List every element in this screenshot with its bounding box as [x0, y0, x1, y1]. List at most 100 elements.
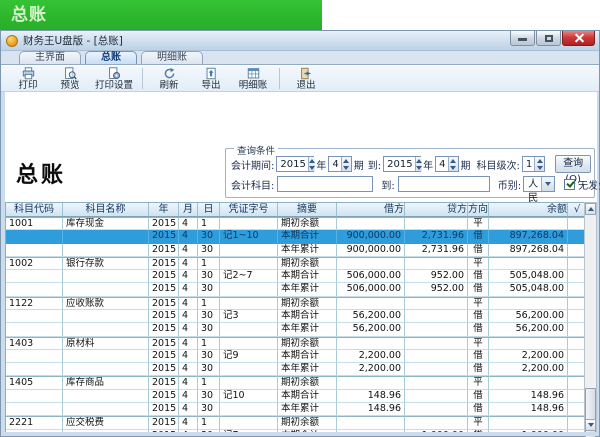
table-row[interactable]: 2015 4 30 记2~7 本期合计 506,000.00 952.00 借 505,048.…	[6, 270, 586, 284]
spinner-arrows-icon[interactable]	[534, 157, 545, 171]
spinner-arrows-icon[interactable]	[447, 157, 458, 171]
column-header[interactable]: 贷方	[405, 203, 468, 216]
column-header[interactable]: 借方	[337, 203, 405, 216]
ledger-title: 总账	[16, 163, 67, 188]
toolbar: 打印 预览 打印设置 刷新 导出 明细账 退出	[1, 66, 599, 92]
period-unit-label: 期	[353, 160, 364, 172]
scroll-up-button[interactable]	[585, 203, 596, 215]
exit-button[interactable]: 退出	[285, 66, 327, 91]
table-row[interactable]: 1405 库存商品 2015 4 1 期初余额平	[6, 376, 586, 390]
to-year-spinner[interactable]: 2015	[383, 156, 422, 172]
preview-icon	[64, 67, 77, 80]
page-banner-title: 总账	[11, 5, 47, 25]
to-label: 到:	[367, 160, 382, 172]
export-button[interactable]: 导出	[190, 66, 232, 91]
titlebar: 财务王U盘版 - [总账]	[1, 31, 599, 51]
level-spinner[interactable]: 1	[521, 156, 546, 172]
table-row[interactable]: 1122 应收账款 2015 4 1 期初余额平	[6, 296, 586, 310]
toolbar-separator	[142, 68, 144, 89]
from-period-spinner[interactable]: 4	[328, 156, 352, 172]
query-row-period: 会计期间: 2015 年 4 期 到: 2015 年 4 期 科目级次: 1 查…	[231, 155, 591, 185]
table-row[interactable]: 2015 4 30 记3 本期合计 56,200.00 借 56,200.00	[6, 309, 586, 324]
window-border	[1, 92, 5, 436]
column-header[interactable]: 科目代码	[6, 203, 63, 216]
subject-label: 会计科目:	[231, 180, 275, 192]
arrow-down-icon	[587, 423, 594, 427]
close-icon	[573, 33, 584, 44]
table-row[interactable]: 2015 4 30 记10 本期合计 148.96 借 148.96	[6, 389, 586, 403]
column-header[interactable]: 年	[149, 203, 179, 216]
preview-button[interactable]: 预览	[49, 66, 91, 91]
ledger-body: 1001 库存现金 2015 4 1 期初余额平 2015 4 30 记1~10 本期合计 900,0…	[6, 217, 586, 432]
arrow-up-icon	[587, 207, 594, 211]
spinner-arrows-icon[interactable]	[340, 157, 351, 171]
table-row[interactable]: 2015 4 30 本年累计 506,000.00 952.00 借 505,048.00	[6, 283, 586, 297]
printer-icon	[22, 67, 35, 80]
detail-ledger-button[interactable]: 明细账	[232, 66, 274, 91]
from-year-spinner[interactable]: 2015	[276, 156, 315, 172]
window-border	[597, 92, 599, 436]
client-area: 总账 查询条件 会计期间: 2015 年 4 期 到: 2015 年 4 期 科…	[1, 92, 600, 437]
spinner-arrows-icon[interactable]	[307, 157, 315, 171]
table-row[interactable]: 2221 应交税费 2015 4 1 期初余额平	[6, 416, 586, 430]
column-header[interactable]: 日	[198, 203, 220, 216]
toolbar-separator	[279, 68, 281, 89]
year-unit-label: 年	[423, 160, 434, 172]
window-controls	[509, 31, 595, 46]
app-window: 财务王U盘版 - [总账] 主界面 总账 明细账 打印 预览 打印设置 刷新 导…	[0, 30, 600, 437]
query-row-subject: 会计科目: 到: 币别: 人民币 无发生额不显示	[231, 176, 600, 218]
refresh-button[interactable]: 刷新	[148, 66, 190, 91]
chevron-down-icon	[541, 177, 555, 191]
level-label: 科目级次:	[476, 160, 520, 172]
subject-to-label: 到:	[381, 180, 395, 192]
query-conditions-group: 查询条件 会计期间: 2015 年 4 期 到: 2015 年 4 期 科目级次…	[225, 143, 600, 218]
table-row[interactable]: 2015 4 30 记9 本期合计 2,200.00 借 2,200.00	[6, 349, 586, 364]
currency-label: 币别:	[497, 180, 522, 192]
column-header[interactable]: 摘要	[278, 203, 337, 216]
column-header[interactable]: 余额	[489, 203, 568, 216]
ledger-header-row: 科目代码 科目名称年月日凭证字号 摘要 借方 贷方 方向 余额 √	[6, 203, 586, 217]
maximize-button[interactable]	[536, 31, 561, 46]
print-settings-icon	[108, 67, 121, 80]
column-header[interactable]: 凭证字号	[220, 203, 278, 216]
minimize-icon	[518, 38, 527, 41]
table-row[interactable]: 1403 原材料 2015 4 1 期初余额平	[6, 336, 586, 350]
exit-icon	[300, 67, 313, 80]
scroll-down-button[interactable]	[585, 419, 596, 431]
tab-main[interactable]: 主界面	[19, 51, 81, 64]
checkbox-check-icon	[564, 178, 576, 190]
table-row[interactable]: 2015 4 30 本年累计 56,200.00 借 56,200.00	[6, 323, 586, 337]
table-row[interactable]: 2015 4 30 本年累计 2,200.00 借 2,200.00	[6, 363, 586, 377]
page-banner: 总账	[0, 0, 322, 30]
query-button[interactable]: 查询(Q)	[555, 155, 591, 185]
tab-bar: 主界面 总账 明细账	[1, 51, 599, 65]
spinner-arrows-icon[interactable]	[414, 157, 422, 171]
tab-detail-ledger[interactable]: 明细账	[141, 51, 203, 64]
period-label: 会计期间:	[231, 160, 275, 172]
column-header[interactable]: 月	[179, 203, 198, 216]
minimize-button[interactable]	[510, 31, 535, 46]
window-title: 财务王U盘版 - [总账]	[23, 35, 123, 47]
table-row[interactable]: 1002 银行存款 2015 4 1 期初余额平	[6, 256, 586, 271]
tab-general-ledger[interactable]: 总账	[85, 51, 137, 64]
table-row[interactable]: 2015 4 30 记1~10 本期合计 900,000.00 2,731.96 借 897,2…	[6, 230, 586, 244]
subject-to-input[interactable]	[397, 176, 490, 192]
table-row[interactable]: 2015 4 30 本年累计 148.96 借 148.96	[6, 402, 586, 417]
column-header[interactable]: 方向	[468, 203, 489, 216]
column-header[interactable]: 科目名称	[63, 203, 149, 216]
refresh-icon	[163, 67, 176, 80]
currency-dropdown[interactable]: 人民币	[523, 176, 556, 218]
export-icon	[205, 67, 218, 80]
subject-from-input[interactable]	[277, 176, 374, 192]
screen: 总账 财务王U盘版 - [总账] 主界面 总账 明细账 打印 预览 打印设置 刷…	[0, 0, 600, 437]
print-button[interactable]: 打印	[7, 66, 49, 91]
hide-zero-checkbox[interactable]: 无发生额不显示	[564, 177, 600, 192]
vertical-scrollbar[interactable]	[584, 202, 597, 437]
window-border	[1, 432, 599, 436]
app-icon	[6, 34, 18, 47]
table-row[interactable]: 1001 库存现金 2015 4 1 期初余额平	[6, 217, 586, 231]
to-period-spinner[interactable]: 4	[435, 156, 459, 172]
table-row[interactable]: 2015 4 30 本年累计 900,000.00 2,731.96 借 897,268.04	[6, 243, 586, 257]
print-settings-button[interactable]: 打印设置	[91, 66, 137, 91]
close-button[interactable]	[562, 31, 595, 46]
